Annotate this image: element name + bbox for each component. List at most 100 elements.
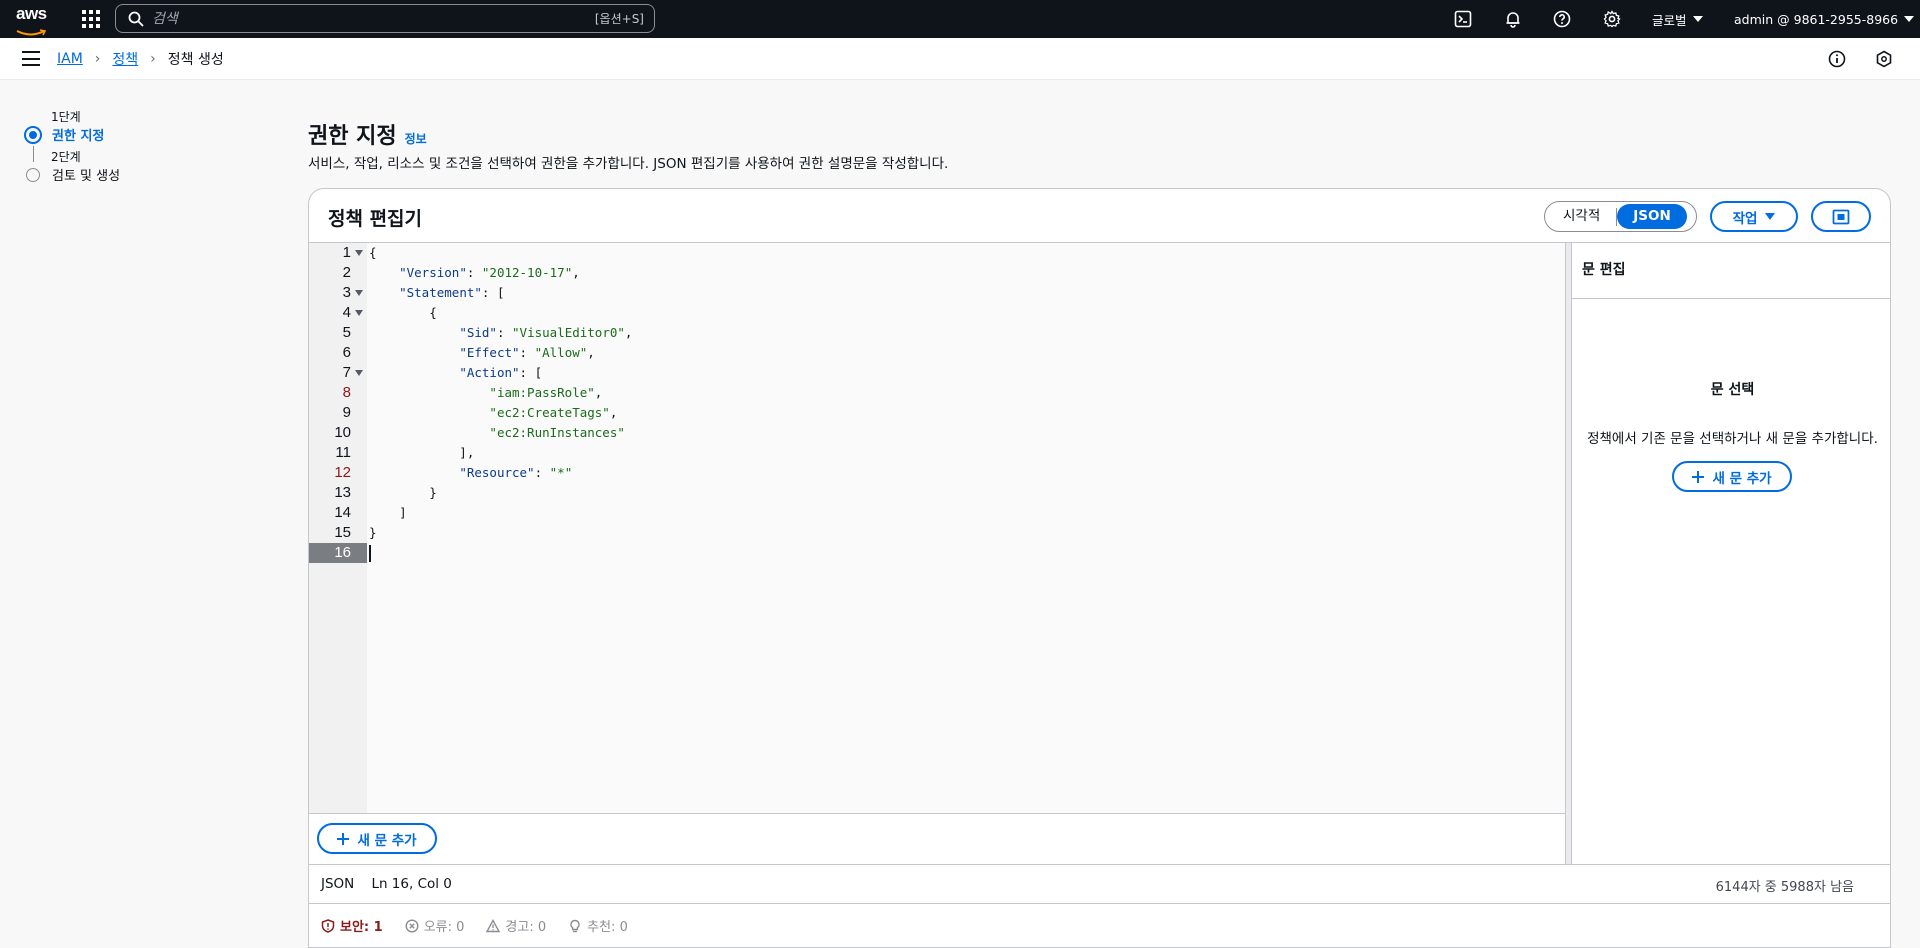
code-text: { [369,245,377,260]
step-2[interactable]: 검토 및 생성 [24,165,120,184]
editor-mode-toggle: 시각적 JSON [1544,201,1697,232]
account-label: admin @ 9861-2955-8966 [1734,11,1899,27]
page-title-text: 권한 지정 [308,124,397,149]
code-line[interactable]: 14 ] [309,503,632,523]
add-statement-label: 새 문 추가 [357,832,417,849]
code-line[interactable]: 7 "Action": [ [309,363,632,383]
suggestions-count: 추천: 0 [587,920,628,935]
code-text: ] [369,505,407,520]
code-text: } [369,525,377,540]
line-number: 9 [342,404,351,421]
code-line[interactable]: 12 "Resource": "*" [309,463,632,483]
code-line[interactable]: 3 "Statement": [ [309,283,632,303]
step-1-title: 권한 지정 [52,129,105,144]
code-line[interactable]: 2 "Version": "2012-10-17", [309,263,632,283]
breadcrumb: IAM › 정책 › 정책 생성 [57,49,224,69]
actions-button[interactable]: 작업 [1710,201,1798,232]
code-text: "Resource": "*" [459,465,573,480]
fold-arrow-icon[interactable] [351,303,367,323]
cursor-position: JSON Ln 16, Col 0 [321,876,452,892]
add-statement-row: 새 문 추가 [309,813,1566,864]
services-menu-icon[interactable] [80,8,100,28]
code-line[interactable]: 9 "ec2:CreateTags", [309,403,632,423]
code-line[interactable]: 15} [309,523,632,543]
json-code-editor[interactable]: 1{2 "Version": "2012-10-17", 3 "Statement… [309,243,1566,813]
code-line[interactable]: 6 "Effect": "Allow", [309,343,632,363]
code-text: "ec2:CreateTags", [489,405,618,420]
info-icon[interactable] [1827,49,1847,69]
step-1[interactable]: 권한 지정 [24,125,120,144]
code-line[interactable]: 8 "iam:PassRole", [309,383,632,403]
search-shortcut: [옵션+S] [594,12,644,26]
character-count: 6144자 중 5988자 남음 [1715,880,1854,895]
settings-gear-icon[interactable] [1601,8,1623,30]
caret-down-icon [1765,213,1776,220]
statement-edit-panel: 문 편집 문 선택 정책에서 기존 문을 선택하거나 새 문을 추가합니다. 새… [1571,243,1890,864]
side-add-statement-button[interactable]: 새 문 추가 [1672,461,1792,492]
feedback-hexagon-icon[interactable] [1874,49,1894,69]
line-number: 12 [334,464,351,481]
security-issues-tab[interactable]: 보안: 1 [321,916,383,935]
breadcrumb-policies[interactable]: 정책 [112,49,138,69]
caret-down-icon [1692,16,1703,22]
step-2-number: 2단계 [51,150,81,164]
security-count: 보안: 1 [340,920,383,935]
account-menu[interactable]: admin @ 9861-2955-8966 [1734,11,1915,27]
help-icon[interactable] [1551,8,1573,30]
fold-arrow-icon[interactable] [351,363,367,383]
fold-arrow-icon[interactable] [351,283,367,303]
aws-logo[interactable]: aws [16,5,50,36]
search-input[interactable] [152,10,595,27]
fullscreen-button[interactable] [1811,201,1871,232]
warnings-count: 경고: 0 [505,920,547,935]
line-number: 15 [334,524,351,541]
page-title: 권한 지정 정보 [308,118,427,150]
policy-issues-tabs: 보안: 1 오류: 0 경고: 0 추천: 0 [321,916,628,935]
region-selector[interactable]: 글로벌 [1652,10,1703,29]
code-line[interactable]: 13 } [309,483,632,503]
warning-triangle-icon [486,918,501,932]
code-line[interactable]: 11 ], [309,443,632,463]
code-line[interactable]: 1{ [309,243,632,263]
code-text: "Effect": "Allow", [459,345,595,360]
code-line[interactable]: 16 [309,543,632,563]
code-line[interactable]: 4 { [309,303,632,323]
breadcrumb-current: 정책 생성 [167,52,224,68]
cloudshell-icon[interactable] [1452,8,1474,30]
line-number: 7 [342,364,351,381]
info-link[interactable]: 정보 [405,130,427,147]
step-2-title: 검토 및 생성 [52,169,121,184]
policy-editor-panel: 정책 편집기 시각적 JSON 작업 1{2 "Version": "2012-… [308,188,1891,948]
caret-down-icon [1904,16,1915,22]
errors-tab[interactable]: 오류: 0 [405,916,464,935]
menu-hamburger-icon[interactable] [22,51,40,66]
code-text: { [369,305,437,320]
mode-visual-option[interactable]: 시각적 [1547,204,1616,229]
warnings-tab[interactable]: 경고: 0 [486,916,546,935]
text-cursor [369,545,371,562]
global-search[interactable]: [옵션+S] [115,4,655,33]
code-line[interactable]: 5 "Sid": "VisualEditor0", [309,323,633,343]
line-number: 4 [342,304,351,321]
editor-status-bar: JSON Ln 16, Col 0 6144자 중 5988자 남음 [309,864,1890,904]
code-text: ], [369,445,475,460]
breadcrumb-iam[interactable]: IAM [57,51,83,67]
notifications-bell-icon[interactable] [1502,8,1524,30]
suggestions-tab[interactable]: 추천: 0 [568,916,628,935]
code-line[interactable]: 10 "ec2:RunInstances" [309,423,632,443]
code-text: } [369,485,437,500]
add-statement-label: 새 문 추가 [1712,470,1772,487]
code-text: "ec2:RunInstances" [489,425,625,440]
fold-arrow-icon[interactable] [351,243,367,263]
line-number: 2 [342,264,351,281]
mode-json-option[interactable]: JSON [1617,204,1687,229]
add-statement-button[interactable]: 새 문 추가 [317,823,437,854]
code-text [367,543,371,563]
